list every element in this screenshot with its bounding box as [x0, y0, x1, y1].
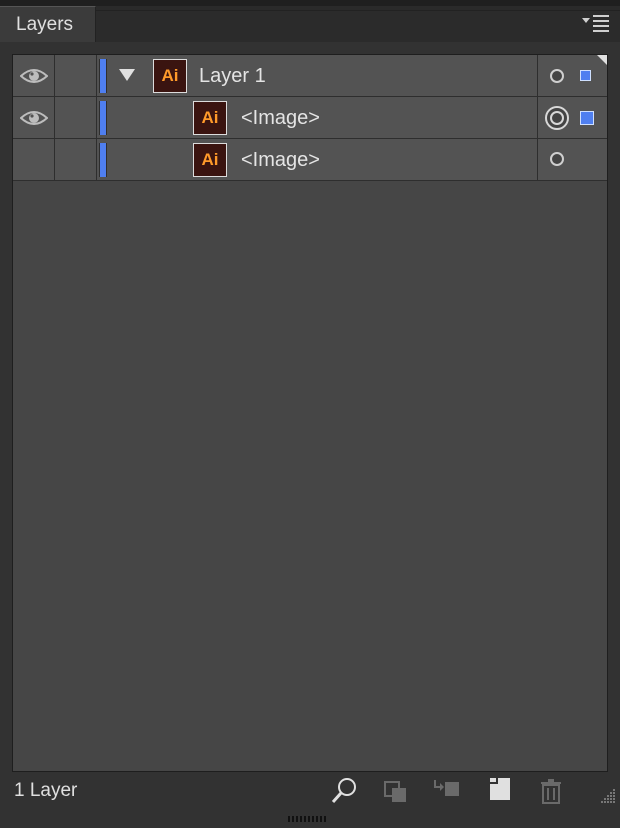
selected-art-indicator[interactable] — [580, 111, 594, 125]
targeted-circle-icon[interactable] — [545, 106, 569, 130]
target-column — [537, 55, 607, 96]
image-thumbnail: Ai — [193, 143, 227, 177]
layer-row-layer-1[interactable]: Ai Layer 1 — [13, 55, 607, 97]
layer-color-bar — [99, 59, 107, 93]
make-clipping-mask-icon — [384, 781, 406, 802]
visibility-toggle[interactable] — [13, 139, 55, 180]
layer-name[interactable]: Layer 1 — [199, 55, 266, 97]
layers-panel: Layers Ai Layer 1 Ai <Image> Ai <Image> … — [0, 0, 620, 828]
target-circle-icon[interactable] — [550, 69, 564, 83]
resize-grip-icon[interactable] — [598, 786, 616, 804]
visibility-toggle[interactable] — [13, 97, 55, 138]
panel-footer: 1 Layer — [0, 772, 620, 828]
lock-toggle[interactable] — [55, 55, 97, 96]
locate-object-icon[interactable] — [330, 776, 360, 806]
visibility-toggle[interactable] — [13, 55, 55, 96]
lock-toggle[interactable] — [55, 97, 97, 138]
image-thumbnail: Ai — [193, 101, 227, 135]
panel-header: Layers — [0, 0, 620, 42]
lock-toggle[interactable] — [55, 139, 97, 180]
target-column — [537, 139, 607, 180]
layer-row-image-2[interactable]: Ai <Image> — [13, 139, 607, 181]
panel-drag-handle-icon[interactable] — [288, 816, 328, 822]
delete-layer-icon — [541, 779, 561, 804]
layer-color-bar — [99, 101, 107, 135]
eye-icon — [20, 69, 48, 83]
target-circle-icon[interactable] — [550, 152, 564, 166]
eye-icon — [20, 111, 48, 125]
current-layer-indicator — [597, 55, 607, 65]
expand-triangle-icon[interactable] — [119, 69, 135, 81]
create-new-layer-icon[interactable] — [484, 776, 514, 806]
image-name[interactable]: <Image> — [241, 139, 320, 181]
layer-color-bar — [99, 143, 107, 177]
layer-row-image-1[interactable]: Ai <Image> — [13, 97, 607, 139]
target-column — [537, 97, 607, 138]
layers-list: Ai Layer 1 Ai <Image> Ai <Image> — [12, 54, 608, 772]
tab-layers[interactable]: Layers — [0, 6, 96, 42]
selected-art-indicator[interactable] — [580, 70, 591, 81]
image-name[interactable]: <Image> — [241, 97, 320, 139]
tab-strip — [96, 10, 620, 42]
layer-count: 1 Layer — [14, 780, 78, 801]
create-sublayer-icon — [434, 780, 459, 796]
panel-menu-icon[interactable] — [582, 12, 610, 32]
layer-thumbnail: Ai — [153, 59, 187, 93]
